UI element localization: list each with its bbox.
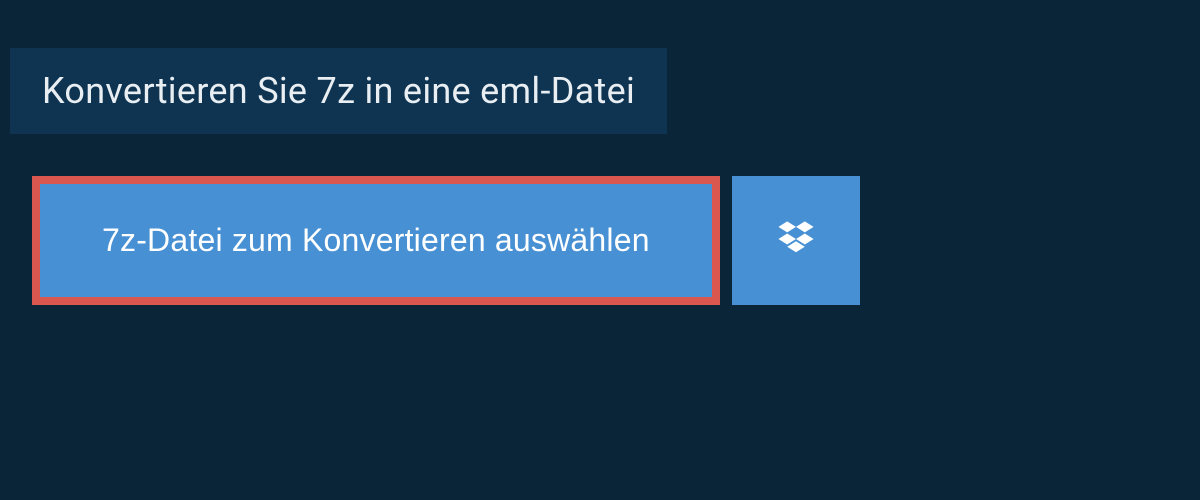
dropbox-icon xyxy=(774,217,818,264)
page-header: Konvertieren Sie 7z in eine eml-Datei xyxy=(10,48,667,134)
dropbox-button[interactable] xyxy=(732,176,860,305)
select-file-highlight: 7z-Datei zum Konvertieren auswählen xyxy=(32,176,720,305)
page-title: Konvertieren Sie 7z in eine eml-Datei xyxy=(42,70,635,112)
select-file-button[interactable]: 7z-Datei zum Konvertieren auswählen xyxy=(40,184,712,297)
action-row: 7z-Datei zum Konvertieren auswählen xyxy=(32,176,1200,305)
